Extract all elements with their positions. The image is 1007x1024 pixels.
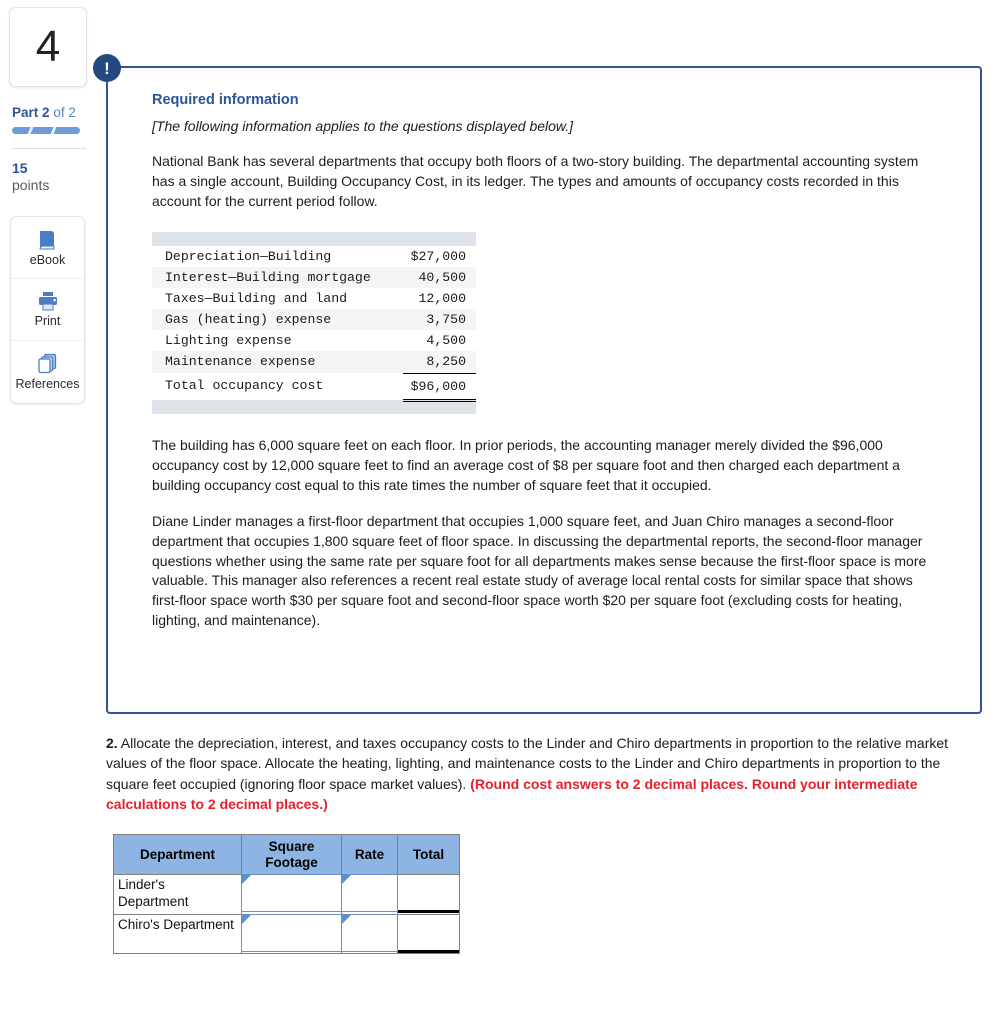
cost-amount: 8,250 <box>402 351 476 374</box>
answer-header-row: Department Square Footage Rate Total <box>113 833 460 876</box>
part-total: 2 <box>68 105 76 120</box>
department-name-chiro: Chiro's Department <box>118 916 234 932</box>
cell-department: Chiro's Department <box>113 913 242 954</box>
cost-amount: 3,750 <box>402 309 476 331</box>
linder-square-footage-input[interactable] <box>241 874 342 913</box>
points-value: 15 <box>12 160 28 176</box>
total-label: Total occupancy cost <box>165 378 324 394</box>
allocation-answer-table: Department Square Footage Rate Total Lin… <box>113 833 460 954</box>
part-current: 2 <box>42 105 50 120</box>
table-row: Taxes—Building and land 12,000 <box>152 288 476 309</box>
table-row: Depreciation—Building $27,000 <box>152 246 476 267</box>
progress-divider <box>27 127 34 134</box>
linder-total-value <box>398 875 459 914</box>
table-bottom-band <box>152 400 476 415</box>
cell-square-footage <box>241 913 342 954</box>
required-information-title: Required information <box>152 92 299 108</box>
department-name-linder: Linder's Department <box>118 877 189 909</box>
cost-amount: $27,000 <box>410 248 466 264</box>
paragraph-3: Diane Linder manages a first-floor depar… <box>152 512 927 629</box>
cost-label: Lighting expense <box>165 333 292 349</box>
ebook-button[interactable]: eBook <box>11 217 84 280</box>
table-total-row: Total occupancy cost $96,000 <box>152 372 476 402</box>
header-department: Department <box>113 833 242 876</box>
table-row: Chiro's Department <box>113 913 460 954</box>
references-label: References <box>15 377 80 392</box>
print-label: Print <box>34 314 61 329</box>
table-row: Linder's Department <box>113 874 460 915</box>
question-number-card: 4 <box>9 7 87 87</box>
cell-rate <box>341 874 398 915</box>
table-row: Lighting expense 4,500 <box>152 330 476 351</box>
part-prefix: Part <box>12 105 39 120</box>
required-information-content: Required information [The following info… <box>108 68 980 631</box>
total-amount: $96,000 <box>402 372 476 402</box>
intro-paragraph: National Bank has several departments th… <box>152 153 919 209</box>
cost-label: Gas (heating) expense <box>152 309 403 331</box>
cost-label: Interest—Building mortgage <box>152 266 403 288</box>
table-top-band <box>152 231 476 246</box>
exclamation-icon: ! <box>93 54 121 82</box>
cost-label: Taxes—Building and land <box>165 290 348 306</box>
points-label: points <box>12 177 50 194</box>
paragraph-2: The building has 6,000 square feet on ea… <box>152 437 900 493</box>
cell-square-footage <box>241 874 342 915</box>
chiro-square-footage-input[interactable] <box>241 913 342 952</box>
table-row: Interest—Building mortgage 40,500 <box>152 266 476 288</box>
question-2-prompt: 2. Allocate the depreciation, interest, … <box>106 733 986 814</box>
linder-rate-input[interactable] <box>341 874 398 913</box>
progress-divider <box>50 127 57 134</box>
question-number: 4 <box>35 22 61 71</box>
part-indicator: Part 2 of 2 <box>12 105 96 120</box>
references-button[interactable]: References <box>11 341 84 403</box>
cost-amount: 4,500 <box>426 333 466 349</box>
print-button[interactable]: Print <box>11 279 84 342</box>
applies-note: [The following information applies to th… <box>152 118 574 134</box>
part-middle: of <box>53 105 65 120</box>
cost-amount: 12,000 <box>418 290 466 306</box>
part-progress-bar <box>12 127 80 134</box>
required-information-box: ! Required information [The following in… <box>93 54 982 714</box>
table-row: Gas (heating) expense 3,750 <box>152 309 476 331</box>
left-rail: 4 Part 2 of 2 15 points eBook Print Refe… <box>0 0 96 405</box>
cost-label: Maintenance expense <box>152 351 403 374</box>
cell-department: Linder's Department <box>113 874 242 915</box>
header-rate: Rate <box>341 833 398 876</box>
cost-amount: 40,500 <box>402 266 476 288</box>
cell-rate <box>341 913 398 954</box>
book-icon <box>37 229 59 250</box>
question-2-number: 2. <box>106 735 118 751</box>
cell-total <box>397 913 460 954</box>
pages-icon <box>37 353 59 374</box>
occupancy-cost-table: Depreciation—Building $27,000 Interest—B… <box>152 231 476 415</box>
rail-divider <box>12 148 86 149</box>
question-page: 4 Part 2 of 2 15 points eBook Print Refe… <box>0 0 1007 1024</box>
cost-label: Depreciation—Building <box>165 248 332 264</box>
table-row: Maintenance expense 8,250 <box>152 351 476 374</box>
tool-stack: eBook Print References <box>10 216 85 405</box>
cell-total <box>397 874 460 915</box>
chiro-rate-input[interactable] <box>341 913 398 952</box>
chiro-total-value <box>398 914 459 953</box>
printer-icon <box>37 291 59 311</box>
header-total: Total <box>397 833 460 876</box>
answer-table-wrapper: Department Square Footage Rate Total Lin… <box>113 833 460 954</box>
header-square-footage: Square Footage <box>241 833 342 876</box>
ebook-label: eBook <box>29 252 66 267</box>
